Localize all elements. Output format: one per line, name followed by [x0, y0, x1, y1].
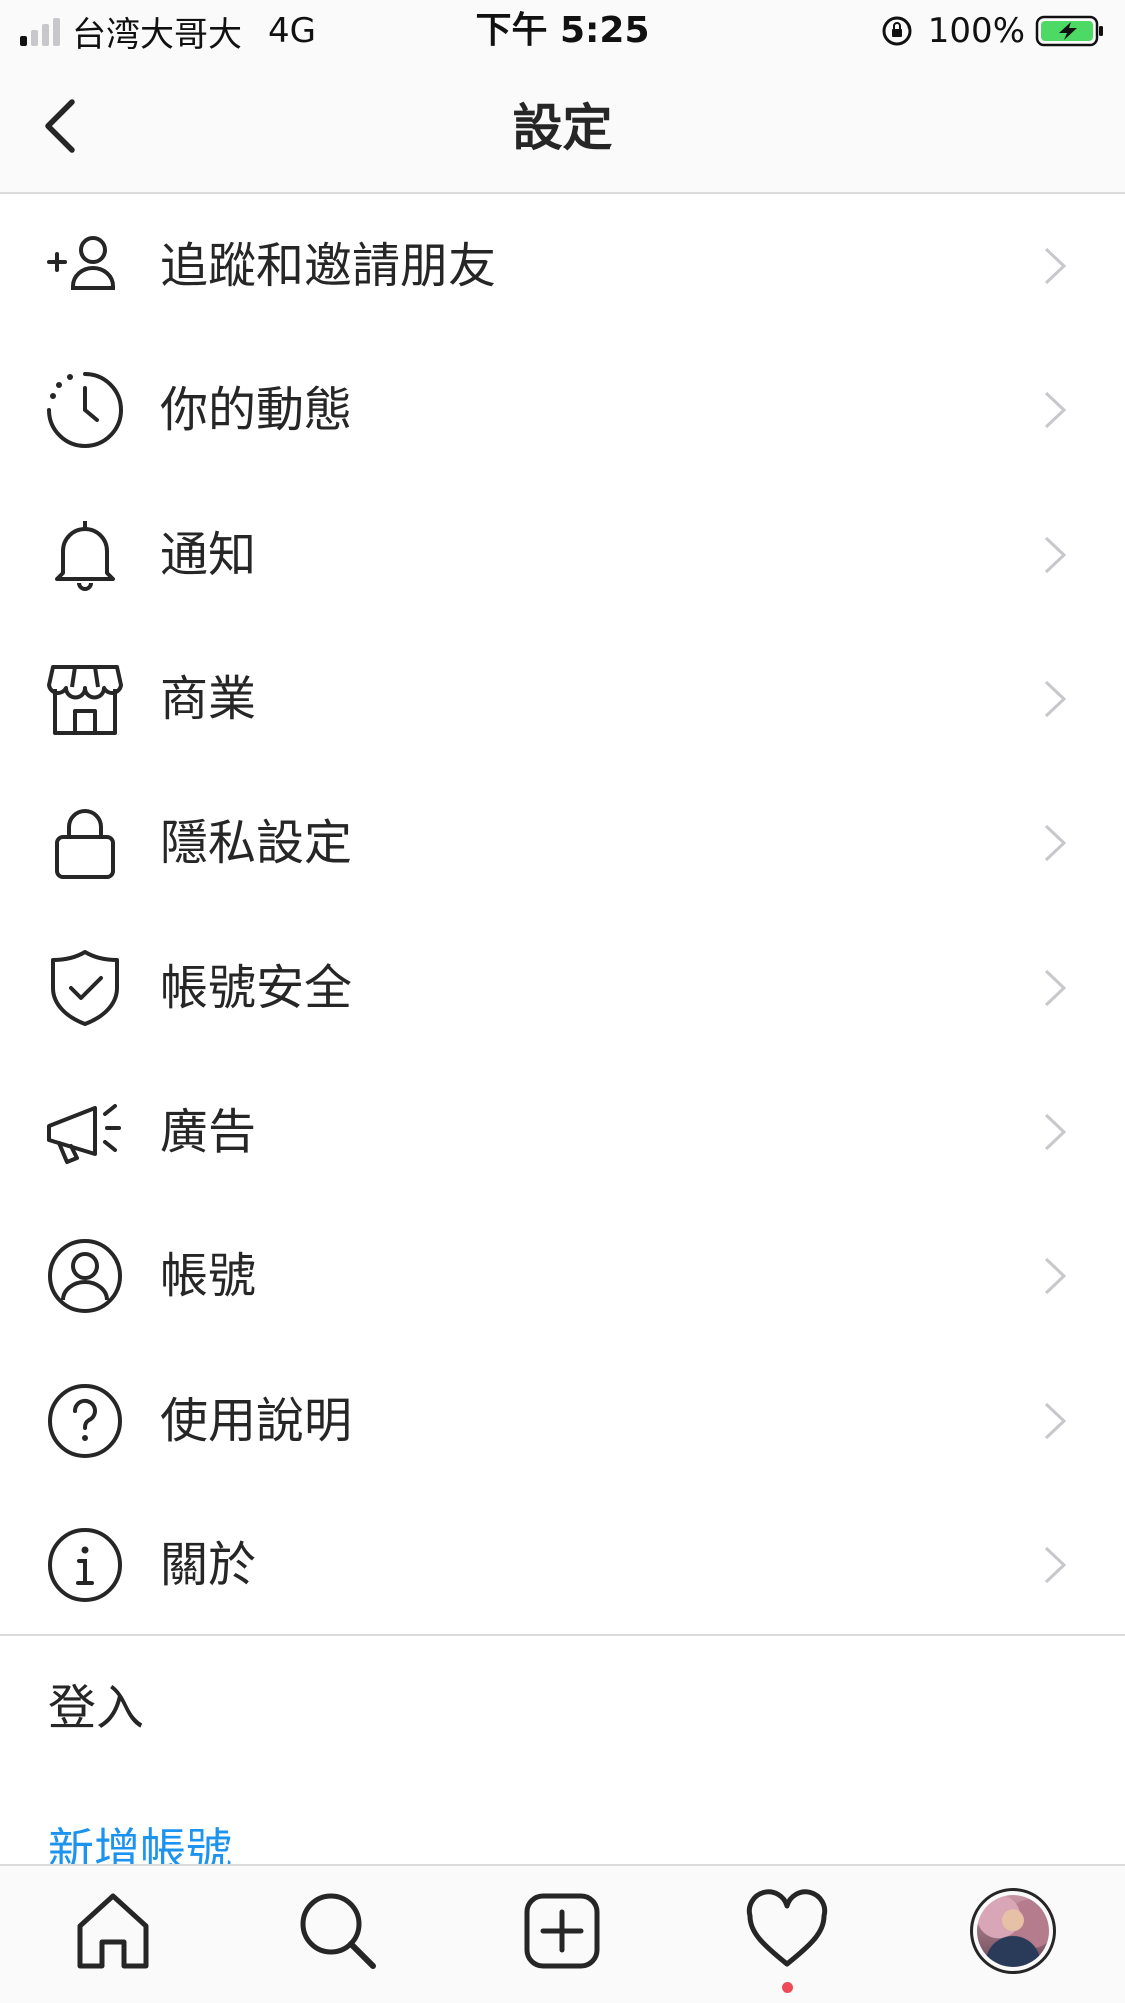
login-section-heading: 登入	[48, 1680, 145, 1736]
activity-clock-icon	[47, 372, 123, 449]
settings-item-your-activity[interactable]: 你的動態	[0, 338, 1125, 482]
navigation-bar: 設定	[0, 62, 1125, 194]
chevron-right-icon	[1044, 969, 1067, 1006]
chevron-right-icon	[1044, 248, 1067, 285]
tab-search[interactable]	[293, 1886, 383, 1976]
shield-check-icon	[51, 949, 119, 1026]
battery-percent: 100%	[927, 11, 1025, 51]
section-divider	[0, 1634, 1125, 1636]
settings-item-label: 隱私設定	[160, 815, 353, 872]
battery-icon	[1035, 15, 1103, 47]
search-icon	[300, 1893, 376, 1969]
status-bar: 台湾大哥大 4G 下午 5:25 100%	[0, 0, 1125, 62]
chevron-right-icon	[1044, 536, 1067, 573]
shop-icon	[47, 665, 123, 736]
tab-home[interactable]	[68, 1886, 158, 1976]
new-post-icon	[524, 1893, 600, 1969]
chevron-right-icon	[1044, 1402, 1067, 1439]
settings-item-account[interactable]: 帳號	[0, 1204, 1125, 1348]
chevron-right-icon	[1044, 392, 1067, 429]
tab-new-post[interactable]	[517, 1886, 607, 1976]
settings-item-follow-invite[interactable]: 追蹤和邀請朋友	[0, 194, 1125, 338]
orientation-lock-icon	[882, 16, 912, 46]
chevron-right-icon	[1044, 1113, 1067, 1151]
bell-icon	[55, 520, 115, 591]
settings-item-label: 追蹤和邀請朋友	[160, 238, 497, 295]
info-icon	[48, 1527, 122, 1602]
heart-icon	[746, 1889, 828, 1967]
status-right: 100%	[880, 8, 1105, 54]
settings-item-label: 廣告	[160, 1103, 257, 1160]
settings-item-business[interactable]: 商業	[0, 627, 1125, 771]
profile-avatar	[977, 1895, 1049, 1967]
lock-icon	[55, 809, 115, 880]
chevron-right-icon	[1044, 1546, 1067, 1583]
settings-item-privacy[interactable]: 隱私設定	[0, 771, 1125, 915]
chevron-right-icon	[1044, 825, 1067, 862]
settings-item-label: 你的動態	[160, 382, 353, 439]
settings-item-security[interactable]: 帳號安全	[0, 915, 1125, 1059]
settings-item-help[interactable]: 使用說明	[0, 1348, 1125, 1492]
settings-item-label: 使用說明	[160, 1392, 353, 1449]
settings-item-notifications[interactable]: 通知	[0, 483, 1125, 627]
tab-profile[interactable]	[970, 1888, 1056, 1974]
settings-item-label: 關於	[160, 1536, 257, 1593]
settings-item-label: 商業	[160, 671, 257, 728]
chevron-right-icon	[1044, 1258, 1067, 1295]
settings-list: 追蹤和邀請朋友 你的動態 通知 商業 隱私設定 帳號安全 廣告 帳號 使用說明 …	[0, 194, 1125, 1637]
account-circle-icon	[48, 1239, 122, 1314]
settings-item-ads[interactable]: 廣告	[0, 1060, 1125, 1204]
help-icon	[48, 1383, 122, 1458]
settings-item-label: 通知	[160, 526, 257, 583]
settings-item-label: 帳號安全	[160, 959, 353, 1016]
page-title: 設定	[512, 99, 613, 157]
settings-item-label: 帳號	[160, 1248, 257, 1305]
settings-item-about[interactable]: 關於	[0, 1493, 1125, 1637]
add-person-icon	[47, 236, 115, 291]
bottom-tab-bar	[0, 1864, 1125, 2003]
home-icon	[77, 1893, 149, 1969]
chevron-right-icon	[1044, 680, 1067, 718]
megaphone-icon	[47, 1103, 121, 1164]
tab-activity[interactable]	[742, 1886, 832, 1976]
activity-notification-dot	[782, 1982, 793, 1993]
